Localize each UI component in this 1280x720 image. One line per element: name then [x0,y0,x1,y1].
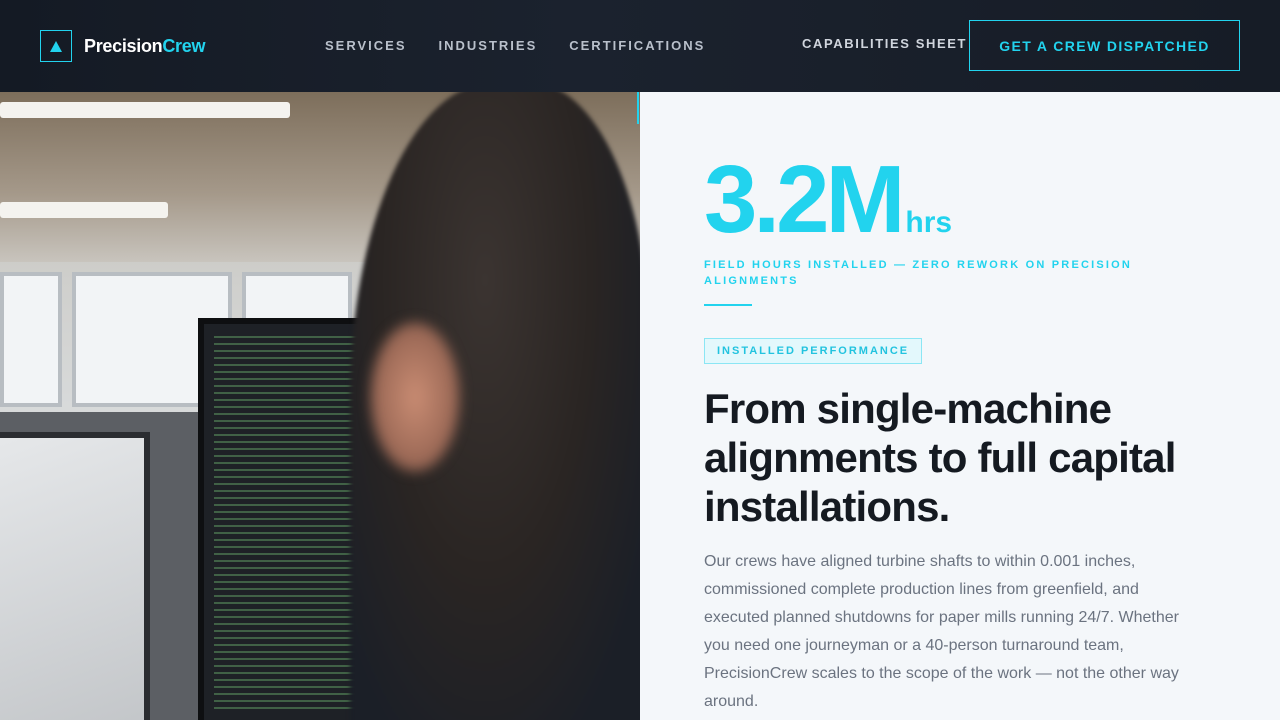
hero-content: 3.2M hrs FIELD HOURS INSTALLED — ZERO RE… [640,92,1280,720]
stat-divider [704,304,752,306]
stat-caption: FIELD HOURS INSTALLED — ZERO REWORK ON P… [704,259,1133,287]
primary-nav: SERVICES INDUSTRIES CERTIFICATIONS [325,38,705,53]
hero-photo [0,92,640,720]
accent-divider [637,92,639,124]
photo-ceiling-light [0,102,290,118]
triangle-logo-icon [40,30,72,62]
top-navigation: PrecisionCrew SERVICES INDUSTRIES CERTIF… [0,0,1280,92]
brand-name-prefix: Precision [84,35,163,56]
brand-name: PrecisionCrew [84,36,205,57]
hours-stat: 3.2M hrs [704,152,952,248]
nav-link-industries[interactable]: INDUSTRIES [439,38,538,53]
brand-name-suffix: Crew [162,35,206,56]
stat-value: 3.2M [704,146,905,253]
stat-unit: hrs [905,206,953,239]
nav-link-certifications[interactable]: CERTIFICATIONS [569,38,705,53]
dispatch-crew-button[interactable]: GET A CREW DISPATCHED [969,20,1240,71]
photo-window [0,272,62,407]
capabilities-sheet-link[interactable]: CAPABILITIES SHEET [802,36,967,51]
nav-link-services[interactable]: SERVICES [325,38,407,53]
photo-person-ear [370,322,460,472]
photo-ceiling-light [0,202,168,218]
brand-logo[interactable]: PrecisionCrew [40,30,205,62]
photo-monitor-left [0,432,150,720]
intro-paragraph: Our crews have aligned turbine shafts to… [704,553,1179,710]
page-headline: From single-machine alignments to full c… [704,385,1176,530]
section-badge: INSTALLED PERFORMANCE [704,338,923,364]
